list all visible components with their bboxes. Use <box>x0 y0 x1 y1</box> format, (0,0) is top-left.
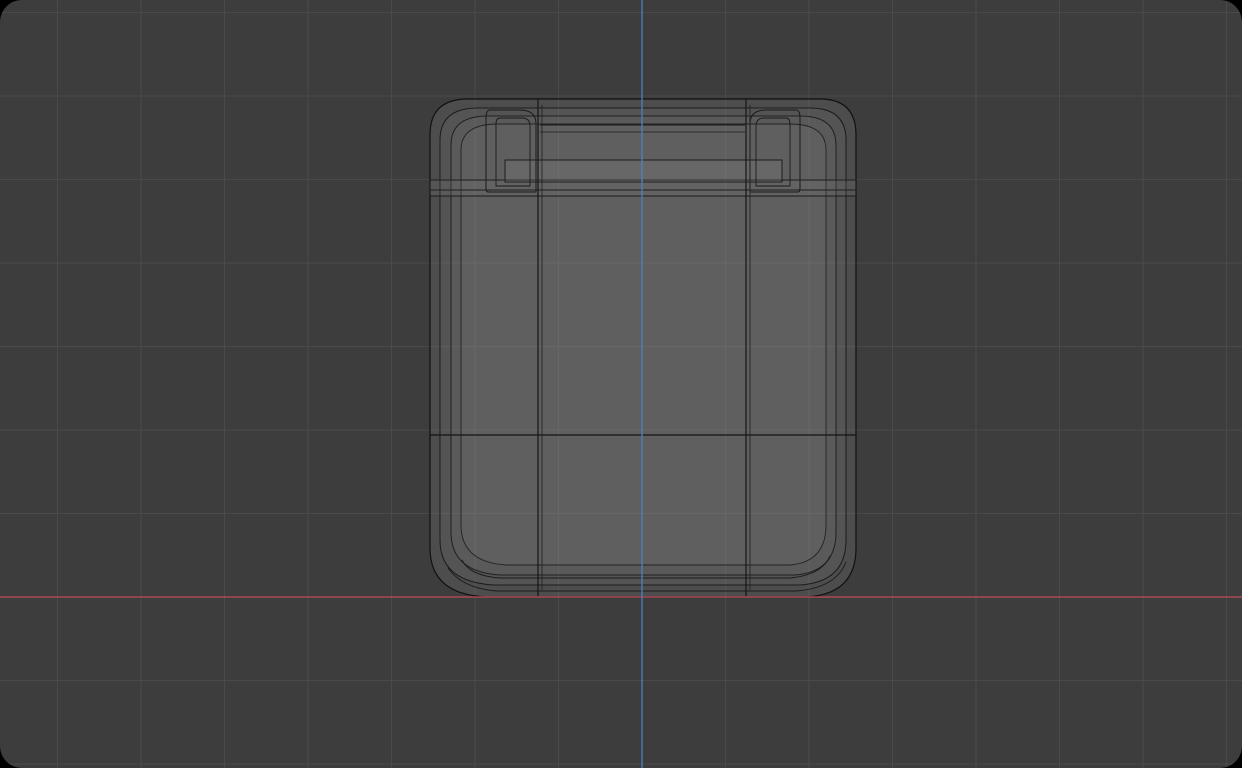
viewport-canvas[interactable] <box>0 0 1242 768</box>
mesh-object[interactable] <box>429 98 857 598</box>
3d-viewport[interactable] <box>0 0 1242 768</box>
lid-inset <box>504 159 783 183</box>
